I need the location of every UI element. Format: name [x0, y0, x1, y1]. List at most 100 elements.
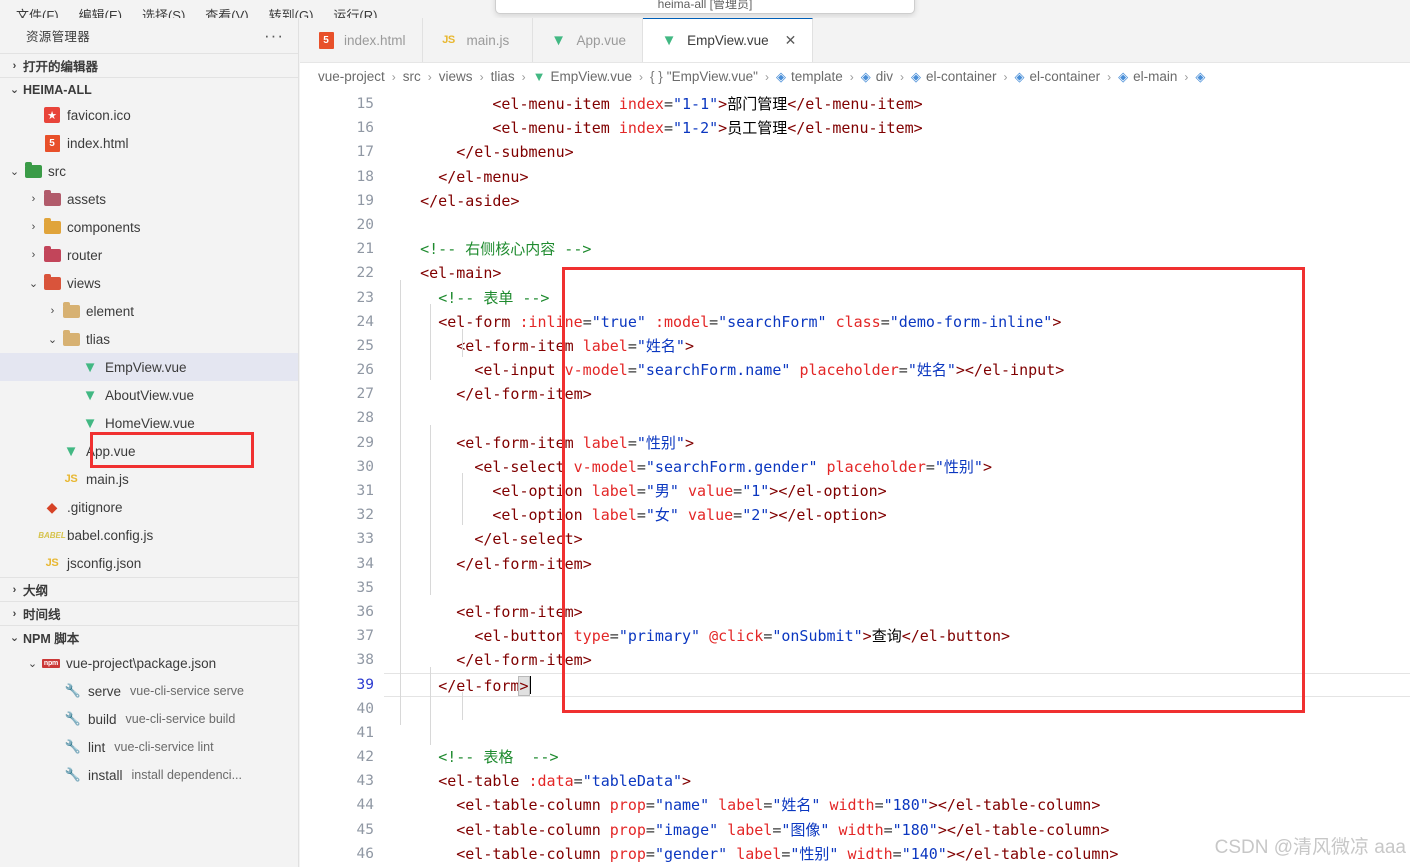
- tree-item-app-vue[interactable]: ▼ App.vue: [0, 437, 298, 465]
- code-line[interactable]: </el-form-item>: [384, 648, 1410, 672]
- npm-script-lint[interactable]: 🔧 lint vue-cli-service lint: [0, 733, 298, 761]
- code-line[interactable]: </el-form-item>: [384, 382, 1410, 406]
- menu-item-view[interactable]: 查看(V): [195, 9, 258, 18]
- tree-item-favicon-ico[interactable]: ★ favicon.ico: [0, 101, 298, 129]
- npm-script-serve[interactable]: 🔧 serve vue-cli-service serve: [0, 677, 298, 705]
- folder-icon: [43, 273, 61, 290]
- breadcrumb-item-div[interactable]: ◈ div: [861, 69, 893, 85]
- code-line[interactable]: </el-form>: [384, 672, 1410, 697]
- cube-icon: ◈: [1118, 68, 1129, 84]
- close-icon[interactable]: ✕: [785, 32, 797, 49]
- code-line[interactable]: [384, 721, 1410, 745]
- chevron-right-icon[interactable]: ›: [44, 305, 61, 317]
- code-line[interactable]: [384, 213, 1410, 237]
- more-actions-icon[interactable]: ···: [264, 27, 284, 44]
- code-line[interactable]: <!-- 右侧核心内容 -->: [384, 237, 1410, 261]
- folder-icon: [62, 301, 80, 318]
- code-line[interactable]: </el-form-item>: [384, 552, 1410, 576]
- editor-tab-index-html[interactable]: 5 index.html: [300, 18, 423, 62]
- tree-item-index-html[interactable]: 5 index.html: [0, 129, 298, 157]
- section-project-root[interactable]: ⌄ HEIMA-ALL: [0, 77, 298, 101]
- breadcrumb-item-empviewvue[interactable]: { } "EmpView.vue": [650, 69, 758, 84]
- chevron-right-icon[interactable]: ›: [25, 249, 42, 261]
- code-line[interactable]: [384, 576, 1410, 600]
- code-line[interactable]: [384, 697, 1410, 721]
- npm-script-build[interactable]: 🔧 build vue-cli-service build: [0, 705, 298, 733]
- code-line[interactable]: <el-form-item label="性别">: [384, 431, 1410, 455]
- breadcrumb-item-template[interactable]: ◈ template: [776, 69, 843, 85]
- code-content[interactable]: <el-menu-item index="1-1">部门管理</el-menu-…: [384, 92, 1410, 867]
- code-line[interactable]: <el-input v-model="searchForm.name" plac…: [384, 358, 1410, 382]
- code-line[interactable]: <el-menu-item index="1-2">员工管理</el-menu-…: [384, 116, 1410, 140]
- tree-item-empview-vue[interactable]: ▼ EmpView.vue: [0, 353, 298, 381]
- code-line[interactable]: <el-table :data="tableData">: [384, 769, 1410, 793]
- section-outline[interactable]: › 大纲: [0, 577, 298, 601]
- breadcrumb-item-vue-project[interactable]: vue-project: [318, 69, 385, 84]
- tree-item-main-js[interactable]: JS main.js: [0, 465, 298, 493]
- breadcrumb-item-el-container[interactable]: ◈ el-container: [1015, 69, 1101, 85]
- tree-item-assets[interactable]: › assets: [0, 185, 298, 213]
- quick-input-bar[interactable]: heima-all [管理员]: [495, 0, 915, 14]
- code-line[interactable]: </el-submenu>: [384, 140, 1410, 164]
- breadcrumb-item-views[interactable]: views: [439, 69, 473, 84]
- code-line[interactable]: <el-menu-item index="1-1">部门管理</el-menu-…: [384, 92, 1410, 116]
- code-line[interactable]: <el-option label="男" value="1"></el-opti…: [384, 479, 1410, 503]
- npm-script-label: build: [88, 711, 117, 727]
- code-editor[interactable]: 15 16 17 18 19 20 21 22 23 24 25 26 27 28 29 30 31 32 33 34…: [300, 90, 1410, 867]
- code-line[interactable]: [384, 406, 1410, 430]
- breadcrumb-item-tlias[interactable]: tlias: [491, 69, 515, 84]
- code-line[interactable]: <!-- 表单 -->: [384, 286, 1410, 310]
- chevron-right-icon[interactable]: ›: [25, 193, 42, 205]
- code-line[interactable]: <el-table-column prop="name" label="姓名" …: [384, 793, 1410, 817]
- section-npm-scripts[interactable]: ⌄ NPM 脚本: [0, 625, 298, 649]
- code-line[interactable]: <el-select v-model="searchForm.gender" p…: [384, 455, 1410, 479]
- code-line[interactable]: <!-- 表格 -->: [384, 745, 1410, 769]
- code-line[interactable]: <el-form-item label="姓名">: [384, 334, 1410, 358]
- chevron-down-icon[interactable]: ⌄: [44, 333, 61, 346]
- menu-item-file[interactable]: 文件(F): [6, 9, 69, 18]
- tree-item-src[interactable]: ⌄ src: [0, 157, 298, 185]
- chevron-down-icon[interactable]: ⌄: [24, 657, 41, 670]
- menu-item-run[interactable]: 运行(R): [323, 9, 387, 18]
- tree-item-aboutview-vue[interactable]: ▼ AboutView.vue: [0, 381, 298, 409]
- chevron-down-icon[interactable]: ⌄: [6, 165, 23, 178]
- code-line[interactable]: <el-form :inline="true" :model="searchFo…: [384, 310, 1410, 334]
- tree-item-views[interactable]: ⌄ views: [0, 269, 298, 297]
- tree-item-tlias[interactable]: ⌄ tlias: [0, 325, 298, 353]
- line-number: 43: [356, 773, 374, 790]
- editor-tab-main-js[interactable]: JS main.js: [422, 18, 533, 62]
- tree-item-homeview-vue[interactable]: ▼ HomeView.vue: [0, 409, 298, 437]
- chevron-right-icon[interactable]: ›: [25, 221, 42, 233]
- section-open-editors[interactable]: › 打开的编辑器: [0, 53, 298, 77]
- menu-item-goto[interactable]: 转到(G): [259, 9, 324, 18]
- breadcrumb-item-el-main[interactable]: ◈ el-main: [1118, 69, 1177, 85]
- code-line[interactable]: </el-aside>: [384, 189, 1410, 213]
- tree-item-element[interactable]: › element: [0, 297, 298, 325]
- chevron-down-icon[interactable]: ⌄: [25, 277, 42, 290]
- npm-script-vue-project-package-json[interactable]: ⌄ npm vue-project\package.json: [0, 649, 298, 677]
- code-line[interactable]: </el-select>: [384, 527, 1410, 551]
- code-line[interactable]: <el-button type="primary" @click="onSubm…: [384, 624, 1410, 648]
- code-line[interactable]: </el-menu>: [384, 165, 1410, 189]
- code-line[interactable]: <el-main>: [384, 261, 1410, 285]
- npm-script-command: vue-cli-service lint: [114, 740, 214, 754]
- tree-item-router[interactable]: › router: [0, 241, 298, 269]
- tree-item-gitignore[interactable]: ◆ .gitignore: [0, 493, 298, 521]
- tree-item-components[interactable]: › components: [0, 213, 298, 241]
- breadcrumb-item-empviewvue[interactable]: ▼ EmpView.vue: [533, 69, 632, 84]
- section-timeline[interactable]: › 时间线: [0, 601, 298, 625]
- npm-script-install[interactable]: 🔧 install install dependenci...: [0, 761, 298, 789]
- editor-tab-app-vue[interactable]: ▼ App.vue: [532, 18, 644, 62]
- editor-tab-empview-vue[interactable]: ▼ EmpView.vue ✕: [643, 18, 814, 62]
- tree-item-jsconfig-json[interactable]: JS jsconfig.json: [0, 549, 298, 577]
- breadcrumb-item-el-container[interactable]: ◈ el-container: [911, 69, 997, 85]
- tree-item-babel-config-js[interactable]: BABEL babel.config.js: [0, 521, 298, 549]
- breadcrumb-item-more[interactable]: ◈: [1195, 69, 1210, 85]
- breadcrumb-label: el-container: [925, 69, 997, 84]
- code-line[interactable]: <el-form-item>: [384, 600, 1410, 624]
- code-line[interactable]: <el-option label="女" value="2"></el-opti…: [384, 503, 1410, 527]
- menu-item-select[interactable]: 选择(S): [132, 9, 195, 18]
- menu-item-edit[interactable]: 编辑(E): [69, 9, 132, 18]
- indent-guide: [430, 304, 431, 380]
- breadcrumb-item-src[interactable]: src: [403, 69, 421, 84]
